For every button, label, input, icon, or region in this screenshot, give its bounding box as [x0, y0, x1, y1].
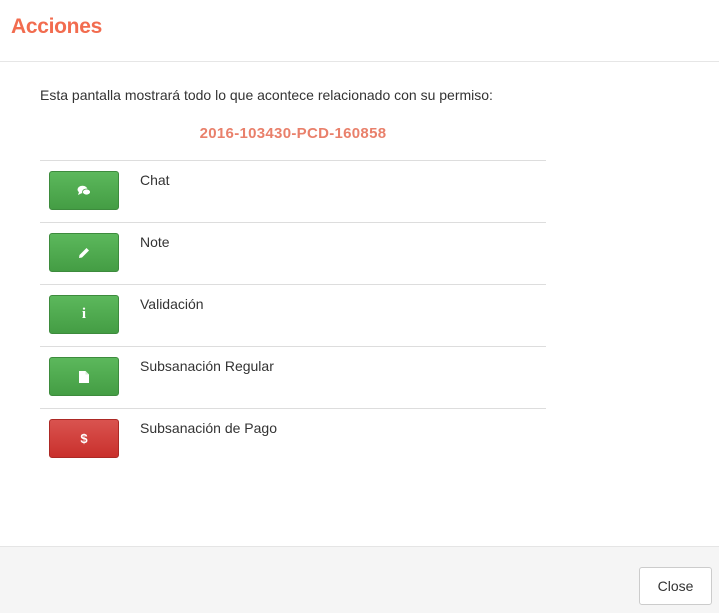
chat-label: Chat — [140, 172, 170, 188]
chat-bubbles-icon — [77, 185, 91, 197]
modal-footer: Close — [0, 546, 719, 613]
actions-modal: Acciones Esta pantalla mostrará todo lo … — [0, 0, 719, 613]
pencil-icon — [78, 247, 90, 259]
subsanacion-pago-label: Subsanación de Pago — [140, 420, 277, 436]
modal-body: Esta pantalla mostrará todo lo que acont… — [40, 86, 546, 470]
permit-number: 2016-103430-PCD-160858 — [199, 125, 387, 142]
validacion-label: Validación — [140, 296, 204, 312]
subsanacion-pago-button[interactable]: $ — [49, 419, 119, 458]
info-icon: i — [81, 306, 87, 322]
close-button[interactable]: Close — [639, 567, 712, 605]
subsanacion-regular-label: Subsanación Regular — [140, 358, 274, 374]
modal-header: Acciones — [0, 0, 719, 62]
action-row-subsanacion-pago: $ Subsanación de Pago — [40, 409, 546, 470]
actions-list: Chat Note i Validación Subsanación Regul… — [40, 160, 546, 470]
action-row-note: Note — [40, 223, 546, 285]
action-row-subsanacion-regular: Subsanación Regular — [40, 347, 546, 409]
note-button[interactable] — [49, 233, 119, 272]
modal-title: Acciones — [11, 15, 102, 38]
note-label: Note — [140, 234, 170, 250]
action-row-chat: Chat — [40, 161, 546, 223]
file-icon — [79, 370, 89, 383]
chat-button[interactable] — [49, 171, 119, 210]
intro-text: Esta pantalla mostrará todo lo que acont… — [40, 87, 493, 103]
subsanacion-regular-button[interactable] — [49, 357, 119, 396]
dollar-icon: $ — [80, 431, 88, 446]
validacion-button[interactable]: i — [49, 295, 119, 334]
action-row-validacion: i Validación — [40, 285, 546, 347]
